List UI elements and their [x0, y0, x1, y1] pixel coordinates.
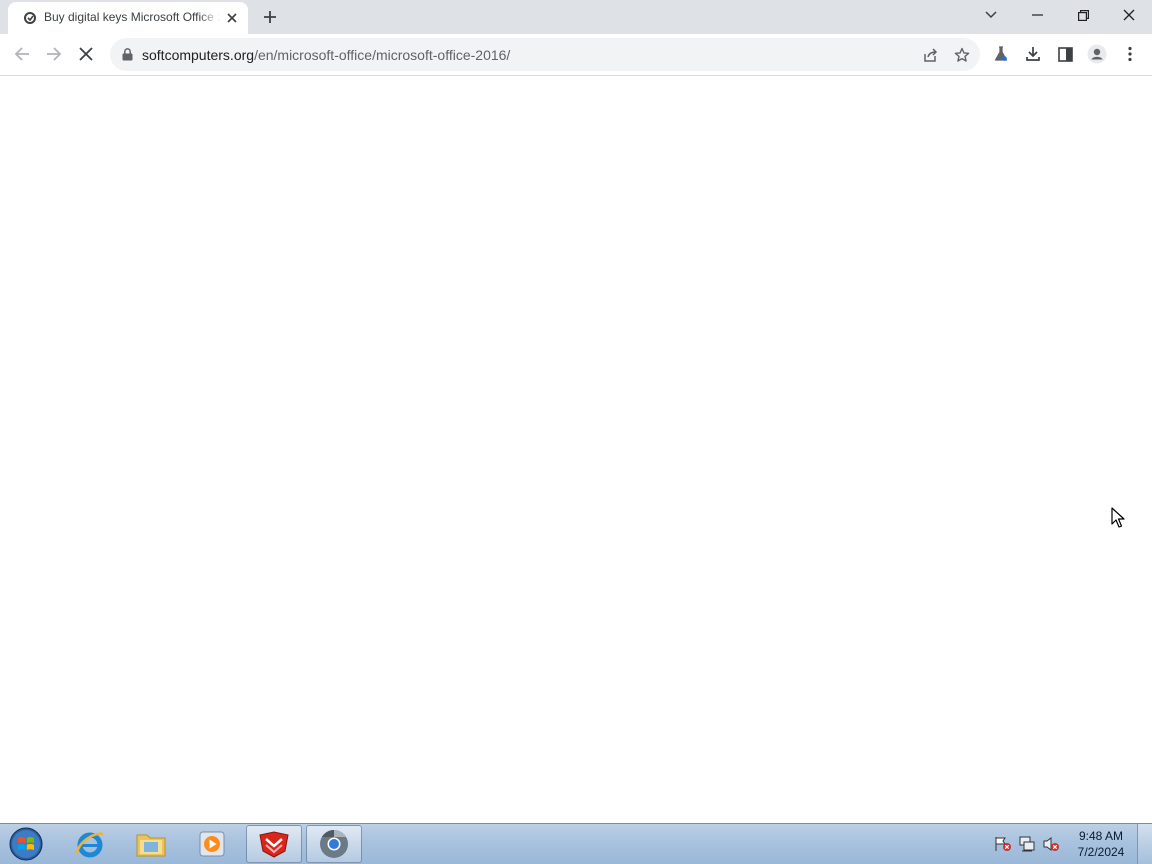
address-bar[interactable]: softcomputers.org/en/microsoft-office/mi… — [110, 38, 980, 71]
tab-search-button[interactable] — [968, 0, 1014, 30]
profile-button[interactable] — [1082, 39, 1112, 69]
network-icon[interactable] — [1018, 836, 1036, 852]
show-desktop-button[interactable] — [1137, 824, 1152, 864]
app-red-button[interactable] — [246, 825, 302, 863]
new-tab-button[interactable] — [258, 5, 282, 29]
url-host: softcomputers.org — [142, 47, 255, 63]
clock-date: 7/2/2024 — [1077, 845, 1125, 859]
site-favicon-icon — [23, 11, 37, 25]
mouse-cursor-icon — [1111, 507, 1127, 529]
media-player-button[interactable] — [184, 825, 240, 863]
close-window-button[interactable] — [1106, 0, 1152, 30]
kebab-menu-button[interactable] — [1115, 39, 1145, 69]
bookmark-star-icon[interactable] — [948, 41, 976, 69]
url-path: /en/microsoft-office/microsoft-office-20… — [254, 47, 511, 63]
internet-explorer-button[interactable] — [62, 825, 118, 863]
minimize-button[interactable] — [1014, 0, 1060, 30]
taskbar: 9:48 AM 7/2/2024 — [0, 823, 1152, 864]
browser-toolbar: softcomputers.org/en/microsoft-office/mi… — [0, 34, 1152, 76]
share-icon[interactable] — [916, 41, 944, 69]
chrome-button[interactable] — [306, 825, 362, 863]
file-explorer-button[interactable] — [123, 825, 179, 863]
forward-button[interactable] — [39, 39, 69, 69]
url-text[interactable]: softcomputers.org/en/microsoft-office/mi… — [142, 47, 510, 63]
action-center-flag-icon[interactable] — [994, 836, 1012, 852]
page-content-area[interactable] — [0, 77, 1152, 823]
system-clock[interactable]: 9:48 AM 7/2/2024 — [1070, 828, 1132, 860]
side-panel-button[interactable] — [1050, 39, 1080, 69]
restore-button[interactable] — [1060, 0, 1106, 30]
clock-time: 9:48 AM — [1078, 829, 1124, 843]
screen: Buy digital keys Microsoft Office 2016 — [0, 0, 1152, 864]
lock-icon[interactable] — [120, 47, 134, 61]
tab-title: Buy digital keys Microsoft Office 2016 — [44, 10, 220, 24]
tab-active[interactable]: Buy digital keys Microsoft Office 2016 — [8, 2, 248, 34]
stop-loading-button[interactable] — [71, 39, 101, 69]
download-button[interactable] — [1018, 39, 1048, 69]
labs-flask-icon[interactable] — [986, 39, 1016, 69]
speaker-muted-icon[interactable] — [1042, 836, 1060, 852]
back-button[interactable] — [7, 39, 37, 69]
tab-strip: Buy digital keys Microsoft Office 2016 — [0, 0, 1152, 34]
tab-close-icon[interactable] — [223, 9, 241, 27]
start-button[interactable] — [4, 825, 48, 863]
